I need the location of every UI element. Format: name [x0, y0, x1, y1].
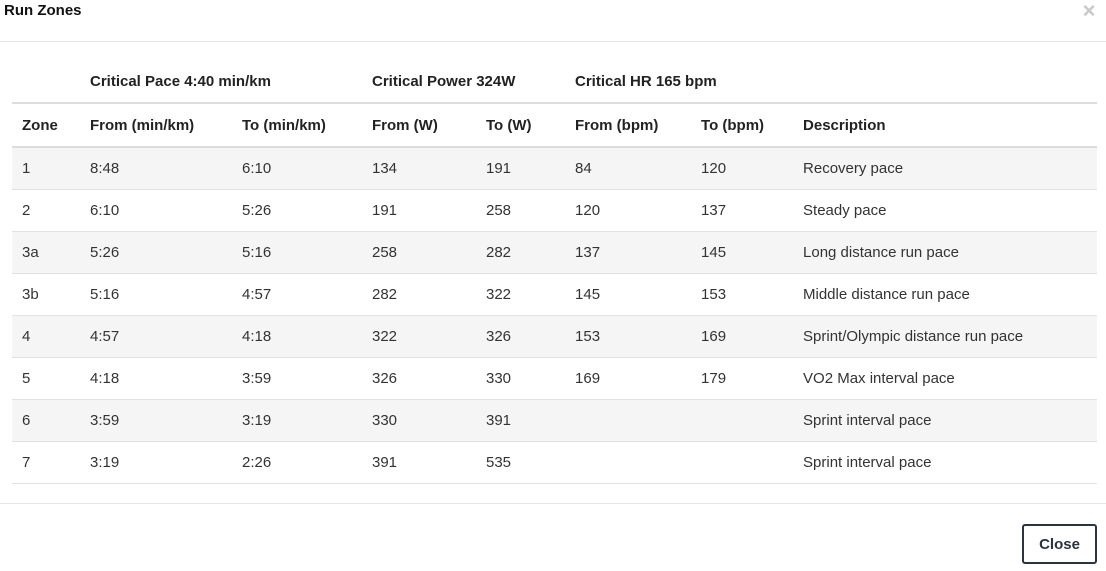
table-row: 3a 5:26 5:16 258 282 137 145 Long distan…	[12, 231, 1098, 274]
group-header-hr: Critical HR 165 bpm	[565, 60, 794, 104]
col-header-from-w: From (W)	[362, 103, 476, 148]
cell-from-w: 282	[362, 273, 476, 316]
group-header-empty	[12, 60, 80, 104]
cell-to-w: 391	[476, 399, 566, 442]
cell-from-pace: 4:57	[80, 315, 232, 358]
cell-from-bpm	[565, 441, 692, 484]
cell-to-pace: 3:59	[232, 357, 362, 400]
cell-to-bpm: 120	[691, 147, 794, 190]
cell-description: Sprint interval pace	[793, 399, 1098, 442]
run-zones-dialog: Run Zones × Critical Pace 4:40 min/km Cr…	[0, 0, 1106, 570]
dialog-header: Run Zones ×	[0, 0, 1106, 42]
column-header-row: Zone From (min/km) To (min/km) From (W) …	[12, 103, 1098, 148]
cell-zone: 1	[12, 147, 80, 190]
cell-to-pace: 5:26	[232, 189, 362, 232]
cell-zone: 5	[12, 357, 80, 400]
cell-from-pace: 4:18	[80, 357, 232, 400]
cell-zone: 7	[12, 441, 80, 484]
col-header-zone: Zone	[12, 103, 80, 148]
zones-table-container: Critical Pace 4:40 min/km Critical Power…	[12, 60, 1098, 484]
cell-to-bpm: 153	[691, 273, 794, 316]
dialog-footer: Close	[0, 503, 1106, 571]
table-row: 5 4:18 3:59 326 330 169 179 VO2 Max inte…	[12, 357, 1098, 400]
cell-to-pace: 4:18	[232, 315, 362, 358]
cell-from-bpm: 169	[565, 357, 692, 400]
dialog-title: Run Zones	[4, 2, 82, 19]
cell-zone: 3b	[12, 273, 80, 316]
cell-from-pace: 3:59	[80, 399, 232, 442]
cell-from-pace: 5:26	[80, 231, 232, 274]
cell-to-bpm: 179	[691, 357, 794, 400]
zones-table-body: 1 8:48 6:10 134 191 84 120 Recovery pace…	[12, 147, 1098, 484]
group-header-pace: Critical Pace 4:40 min/km	[80, 60, 362, 104]
cell-to-w: 326	[476, 315, 566, 358]
col-header-from-pace: From (min/km)	[80, 103, 232, 148]
table-row: 7 3:19 2:26 391 535 Sprint interval pace	[12, 441, 1098, 484]
cell-from-w: 322	[362, 315, 476, 358]
cell-to-bpm: 145	[691, 231, 794, 274]
cell-from-w: 258	[362, 231, 476, 274]
col-header-to-bpm: To (bpm)	[691, 103, 794, 148]
col-header-from-bpm: From (bpm)	[565, 103, 692, 148]
zones-table: Critical Pace 4:40 min/km Critical Power…	[12, 60, 1098, 484]
cell-from-w: 326	[362, 357, 476, 400]
group-header-power: Critical Power 324W	[362, 60, 566, 104]
cell-from-pace: 8:48	[80, 147, 232, 190]
col-header-description: Description	[793, 103, 1098, 148]
cell-to-w: 258	[476, 189, 566, 232]
cell-zone: 3a	[12, 231, 80, 274]
cell-from-pace: 5:16	[80, 273, 232, 316]
cell-to-bpm	[691, 399, 794, 442]
group-header-empty-desc	[793, 60, 1098, 104]
cell-zone: 2	[12, 189, 80, 232]
cell-to-w: 282	[476, 231, 566, 274]
cell-from-bpm: 145	[565, 273, 692, 316]
table-row: 4 4:57 4:18 322 326 153 169 Sprint/Olymp…	[12, 315, 1098, 358]
cell-to-pace: 3:19	[232, 399, 362, 442]
close-button[interactable]: Close	[1022, 524, 1097, 564]
cell-to-pace: 5:16	[232, 231, 362, 274]
group-header-row: Critical Pace 4:40 min/km Critical Power…	[12, 60, 1098, 104]
cell-from-w: 330	[362, 399, 476, 442]
cell-to-bpm	[691, 441, 794, 484]
cell-to-w: 191	[476, 147, 566, 190]
cell-description: Sprint/Olympic distance run pace	[793, 315, 1098, 358]
cell-from-w: 191	[362, 189, 476, 232]
table-row: 3b 5:16 4:57 282 322 145 153 Middle dist…	[12, 273, 1098, 316]
cell-description: Sprint interval pace	[793, 441, 1098, 484]
cell-from-bpm: 137	[565, 231, 692, 274]
table-row: 2 6:10 5:26 191 258 120 137 Steady pace	[12, 189, 1098, 232]
close-icon[interactable]: ×	[1080, 0, 1098, 22]
cell-from-w: 134	[362, 147, 476, 190]
cell-to-w: 535	[476, 441, 566, 484]
cell-from-w: 391	[362, 441, 476, 484]
cell-from-bpm: 153	[565, 315, 692, 358]
cell-zone: 6	[12, 399, 80, 442]
table-row: 1 8:48 6:10 134 191 84 120 Recovery pace	[12, 147, 1098, 190]
cell-to-pace: 2:26	[232, 441, 362, 484]
cell-from-pace: 6:10	[80, 189, 232, 232]
cell-description: Steady pace	[793, 189, 1098, 232]
cell-from-pace: 3:19	[80, 441, 232, 484]
cell-to-bpm: 169	[691, 315, 794, 358]
cell-to-pace: 4:57	[232, 273, 362, 316]
cell-from-bpm	[565, 399, 692, 442]
col-header-to-w: To (W)	[476, 103, 566, 148]
cell-description: Long distance run pace	[793, 231, 1098, 274]
cell-description: Recovery pace	[793, 147, 1098, 190]
cell-from-bpm: 84	[565, 147, 692, 190]
cell-zone: 4	[12, 315, 80, 358]
table-row: 6 3:59 3:19 330 391 Sprint interval pace	[12, 399, 1098, 442]
cell-from-bpm: 120	[565, 189, 692, 232]
cell-to-w: 330	[476, 357, 566, 400]
cell-to-pace: 6:10	[232, 147, 362, 190]
col-header-to-pace: To (min/km)	[232, 103, 362, 148]
cell-description: Middle distance run pace	[793, 273, 1098, 316]
cell-to-w: 322	[476, 273, 566, 316]
cell-to-bpm: 137	[691, 189, 794, 232]
cell-description: VO2 Max interval pace	[793, 357, 1098, 400]
